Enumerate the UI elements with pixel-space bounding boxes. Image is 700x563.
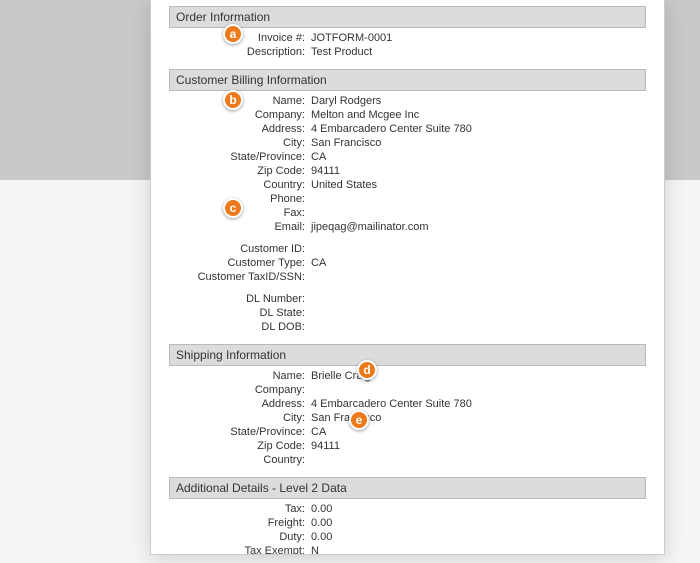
- row-ship-company: Company:: [169, 383, 646, 397]
- label: City:: [169, 136, 309, 150]
- label: Duty:: [169, 530, 309, 544]
- value: 94111: [309, 164, 646, 178]
- value: 0.00: [309, 516, 646, 530]
- value: Test Product: [309, 45, 646, 59]
- section-title: Shipping Information: [176, 348, 286, 362]
- row-state: State/Province:CA: [169, 150, 646, 164]
- value: [309, 292, 646, 306]
- row-duty: Duty:0.00: [169, 530, 646, 544]
- label: Company:: [169, 108, 309, 122]
- label: Customer Type:: [169, 256, 309, 270]
- value: 4 Embarcadero Center Suite 780: [309, 122, 646, 136]
- row-company: Company:Melton and Mcgee Inc: [169, 108, 646, 122]
- section-header-billing: Customer Billing Information: [169, 69, 646, 91]
- row-dl-number: DL Number:: [169, 292, 646, 306]
- row-ship-name: Name:Brielle Craig: [169, 369, 646, 383]
- label: DL State:: [169, 306, 309, 320]
- section-header-order: Order Information: [169, 6, 646, 28]
- row-ship-address: Address:4 Embarcadero Center Suite 780: [169, 397, 646, 411]
- label: City:: [169, 411, 309, 425]
- label: DL DOB:: [169, 320, 309, 334]
- section-body-shipping: Name:Brielle Craig Company: Address:4 Em…: [169, 366, 646, 473]
- row-ship-zip: Zip Code:94111: [169, 439, 646, 453]
- value: [309, 320, 646, 334]
- label: Customer TaxID/SSN:: [169, 270, 309, 284]
- label: Country:: [169, 178, 309, 192]
- row-zip: Zip Code:94111: [169, 164, 646, 178]
- label: Name:: [169, 369, 309, 383]
- value: [309, 206, 646, 220]
- row-country: Country:United States: [169, 178, 646, 192]
- row-dl-dob: DL DOB:: [169, 320, 646, 334]
- row-customer-type: Customer Type:CA: [169, 256, 646, 270]
- section-header-shipping: Shipping Information: [169, 344, 646, 366]
- label: Zip Code:: [169, 164, 309, 178]
- value: 4 Embarcadero Center Suite 780: [309, 397, 646, 411]
- row-ship-city: City:San Francisco: [169, 411, 646, 425]
- value: San Francisco: [309, 136, 646, 150]
- label: Customer ID:: [169, 242, 309, 256]
- value: JOTFORM-0001: [309, 31, 646, 45]
- value: 0.00: [309, 502, 646, 516]
- row-ship-country: Country:: [169, 453, 646, 467]
- value: 0.00: [309, 530, 646, 544]
- label: Email:: [169, 220, 309, 234]
- annotation-marker-c: c: [223, 198, 243, 218]
- label: Description:: [169, 45, 309, 59]
- value: CA: [309, 150, 646, 164]
- label: State/Province:: [169, 150, 309, 164]
- row-customer-id: Customer ID:: [169, 242, 646, 256]
- value: [309, 306, 646, 320]
- section-title: Additional Details - Level 2 Data: [176, 481, 347, 495]
- label: DL Number:: [169, 292, 309, 306]
- row-freight: Freight:0.00: [169, 516, 646, 530]
- order-modal: Order Information Invoice #: JOTFORM-000…: [150, 0, 665, 555]
- label: Freight:: [169, 516, 309, 530]
- value: [309, 192, 646, 206]
- annotation-marker-b: b: [223, 90, 243, 110]
- row-customer-taxid: Customer TaxID/SSN:: [169, 270, 646, 284]
- annotation-marker-e: e: [349, 410, 369, 430]
- value: United States: [309, 178, 646, 192]
- label: Company:: [169, 383, 309, 397]
- section-body-additional: Tax:0.00 Freight:0.00 Duty:0.00 Tax Exem…: [169, 499, 646, 554]
- value: [309, 270, 646, 284]
- value: Melton and Mcgee Inc: [309, 108, 646, 122]
- section-header-additional: Additional Details - Level 2 Data: [169, 477, 646, 499]
- row-description: Description: Test Product: [169, 45, 646, 59]
- value: CA: [309, 256, 646, 270]
- label: Zip Code:: [169, 439, 309, 453]
- annotation-marker-d: d: [357, 360, 377, 380]
- row-tax-exempt: Tax Exempt:N: [169, 544, 646, 554]
- label: Address:: [169, 122, 309, 136]
- row-address: Address:4 Embarcadero Center Suite 780: [169, 122, 646, 136]
- row-ship-state: State/Province:CA: [169, 425, 646, 439]
- label: Address:: [169, 397, 309, 411]
- section-title: Order Information: [176, 10, 270, 24]
- row-dl-state: DL State:: [169, 306, 646, 320]
- row-tax: Tax:0.00: [169, 502, 646, 516]
- label: Tax Exempt:: [169, 544, 309, 554]
- row-city: City:San Francisco: [169, 136, 646, 150]
- section-title: Customer Billing Information: [176, 73, 327, 87]
- value: [309, 453, 646, 467]
- value: Daryl Rodgers: [309, 94, 646, 108]
- value: 94111: [309, 439, 646, 453]
- row-email: Email:jipeqag@mailinator.com: [169, 220, 646, 234]
- value: [309, 383, 646, 397]
- value: jipeqag@mailinator.com: [309, 220, 646, 234]
- value: N: [309, 544, 646, 554]
- label: Country:: [169, 453, 309, 467]
- value: [309, 242, 646, 256]
- section-body-billing: Name:Daryl Rodgers Company:Melton and Mc…: [169, 91, 646, 340]
- label: Tax:: [169, 502, 309, 516]
- annotation-marker-a: a: [223, 24, 243, 44]
- label: State/Province:: [169, 425, 309, 439]
